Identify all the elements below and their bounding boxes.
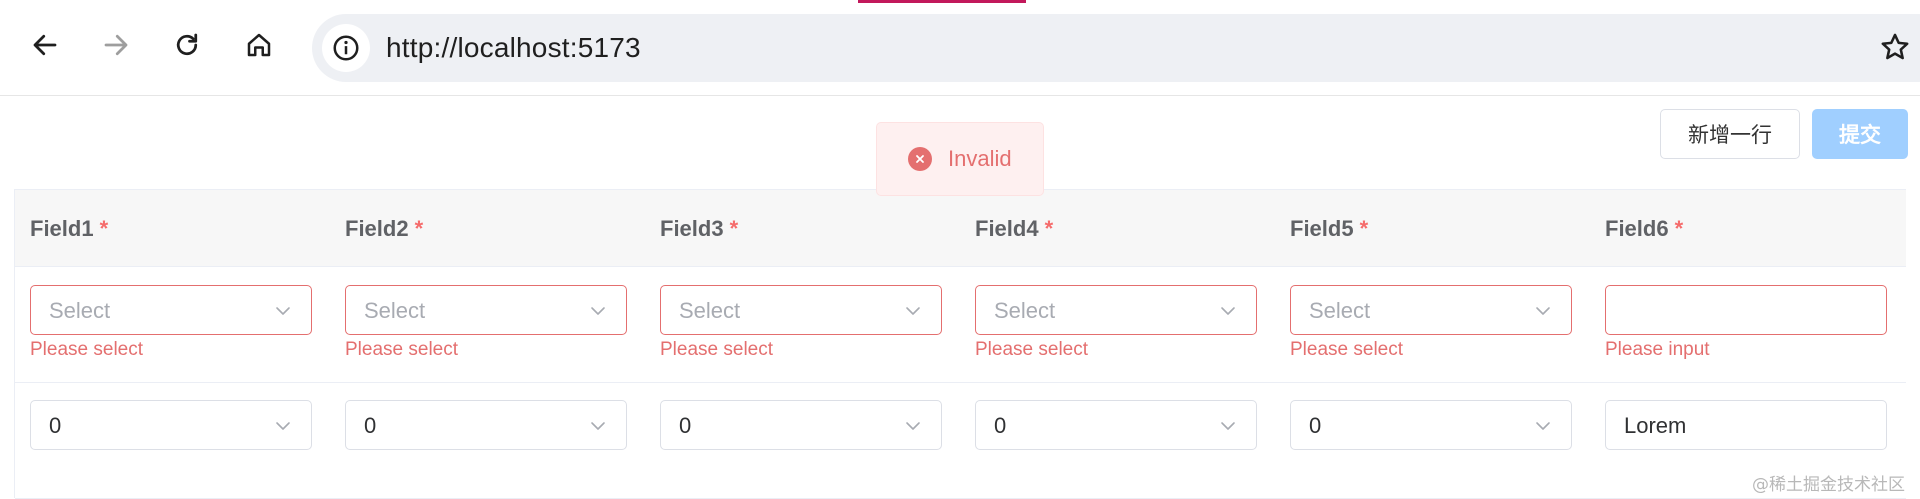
validation-error: Please select [1290, 339, 1404, 360]
address-bar[interactable]: http://localhost:5173 [312, 14, 1920, 82]
submit-button[interactable]: 提交 [1812, 109, 1908, 159]
table-header: Field1 * Field2 * Field3 * Field4 * Field5 * … [15, 190, 1906, 267]
field4-select[interactable]: 0 [975, 400, 1257, 450]
column-header-field3: Field3 * [660, 216, 739, 241]
chevron-down-icon [276, 422, 290, 430]
reload-button[interactable] [168, 26, 206, 64]
field6-input[interactable]: Lorem [1605, 400, 1887, 450]
home-button[interactable] [240, 26, 278, 64]
field6-input[interactable] [1605, 285, 1887, 335]
column-header-field1: Field1 * [30, 216, 109, 241]
reload-icon [176, 33, 198, 56]
add-row-button[interactable]: 新增一行 [1660, 109, 1800, 159]
bookmark-star-icon [1881, 33, 1909, 60]
field3-select[interactable]: 0 [660, 400, 942, 450]
site-info-icon [333, 35, 359, 61]
bookmark-button[interactable] [1876, 28, 1914, 66]
column-header-field2: Field2 * [345, 216, 424, 241]
column-header-field4: Field4 * [975, 216, 1054, 241]
chevron-down-icon [1536, 307, 1550, 315]
form-table: Field1 * Field2 * Field3 * Field4 * Field5 * … [14, 189, 1906, 499]
validation-error: Please select [30, 339, 144, 360]
field1-select[interactable]: 0 [30, 400, 312, 450]
error-circle-icon [908, 147, 932, 171]
field2-select[interactable]: 0 [345, 400, 627, 450]
validation-error: Please select [660, 339, 774, 360]
chevron-down-icon [276, 307, 290, 315]
browser-toolbar: http://localhost:5173 [0, 0, 1920, 96]
chevron-down-icon [1221, 422, 1235, 430]
required-mark: * [99, 216, 109, 241]
back-button[interactable] [26, 26, 64, 64]
forward-button[interactable] [97, 26, 135, 64]
required-mark: * [1674, 216, 1684, 241]
forward-icon [104, 34, 128, 56]
chevron-down-icon [1221, 307, 1235, 315]
required-mark: * [729, 216, 739, 241]
url-text[interactable]: http://localhost:5173 [386, 32, 641, 64]
back-icon [33, 34, 57, 56]
error-toast: Invalid [876, 122, 1044, 196]
column-header-field6: Field6 * [1605, 216, 1684, 241]
validation-error: Please input [1605, 339, 1710, 360]
validation-error: Please select [345, 339, 459, 360]
field5-select[interactable]: Select [1290, 285, 1572, 335]
field2-select[interactable]: Select [345, 285, 627, 335]
chevron-down-icon [591, 422, 605, 430]
field5-select[interactable]: 0 [1290, 400, 1572, 450]
active-tab-indicator [858, 0, 1026, 3]
site-info-button[interactable] [322, 24, 370, 72]
table-row: Select Please select Select Please selec… [15, 267, 1906, 383]
chevron-down-icon [591, 307, 605, 315]
chevron-down-icon [1536, 422, 1550, 430]
toast-message: Invalid [948, 146, 1012, 171]
column-header-field5: Field5 * [1290, 216, 1369, 241]
field1-select[interactable]: Select [30, 285, 312, 335]
required-mark: * [1359, 216, 1369, 241]
chevron-down-icon [906, 307, 920, 315]
watermark: @稀土掘金技术社区 [1752, 475, 1905, 495]
chevron-down-icon [906, 422, 920, 430]
home-icon [247, 33, 271, 57]
field4-select[interactable]: Select [975, 285, 1257, 335]
validation-error: Please select [975, 339, 1089, 360]
required-mark: * [1044, 216, 1054, 241]
required-mark: * [414, 216, 424, 241]
table-row: 0 0 0 0 0 Lorem [15, 383, 1906, 499]
field3-select[interactable]: Select [660, 285, 942, 335]
